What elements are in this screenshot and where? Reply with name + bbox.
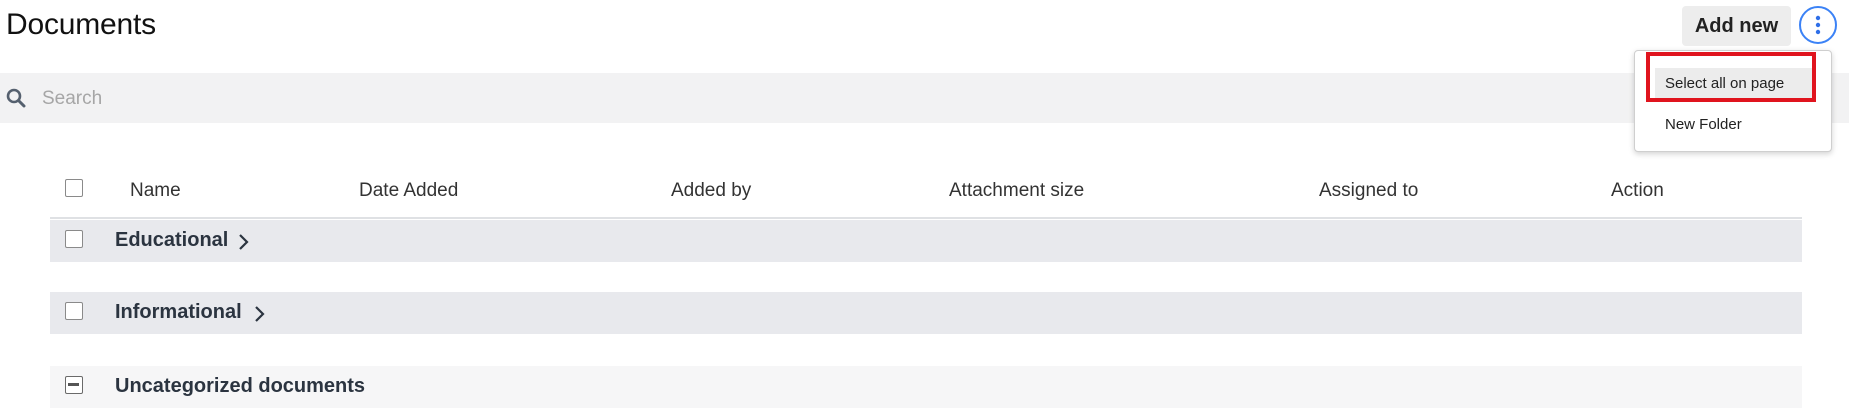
column-header-added-by[interactable]: Added by bbox=[671, 180, 751, 202]
more-options-button[interactable] bbox=[1799, 6, 1837, 44]
highlight-box bbox=[1646, 52, 1816, 102]
search-input[interactable] bbox=[40, 83, 644, 115]
column-header-name[interactable]: Name bbox=[130, 180, 181, 202]
search-icon bbox=[6, 88, 26, 108]
folder-checkbox[interactable] bbox=[65, 302, 83, 320]
select-all-checkbox[interactable] bbox=[65, 179, 83, 197]
more-vertical-icon bbox=[1815, 15, 1821, 35]
folder-name[interactable]: Educational bbox=[115, 229, 228, 252]
search-bar bbox=[0, 73, 1849, 123]
column-header-action: Action bbox=[1611, 180, 1664, 201]
header-divider bbox=[50, 217, 1802, 219]
folder-checkbox[interactable] bbox=[65, 230, 83, 248]
folder-row-informational[interactable]: Informational bbox=[50, 292, 1802, 334]
folder-name[interactable]: Informational bbox=[115, 301, 242, 324]
column-header-assigned-to[interactable]: Assigned to bbox=[1319, 180, 1418, 202]
add-new-button[interactable]: Add new bbox=[1682, 6, 1791, 46]
folder-name[interactable]: Uncategorized documents bbox=[115, 375, 365, 398]
chevron-right-icon[interactable] bbox=[254, 305, 266, 323]
folder-row-uncategorized[interactable]: Uncategorized documents bbox=[50, 366, 1802, 408]
page-title: Documents bbox=[6, 8, 156, 41]
folder-checkbox-indeterminate[interactable] bbox=[65, 376, 83, 394]
column-header-attachment-size[interactable]: Attachment size bbox=[949, 180, 1084, 202]
folder-row-educational[interactable]: Educational bbox=[50, 220, 1802, 262]
table-header-row: Name Date Added Added by Attachment size… bbox=[50, 172, 1802, 216]
chevron-right-icon[interactable] bbox=[238, 233, 250, 251]
column-header-date-added[interactable]: Date Added bbox=[359, 180, 458, 202]
menu-item-new-folder[interactable]: New Folder bbox=[1655, 109, 1815, 139]
